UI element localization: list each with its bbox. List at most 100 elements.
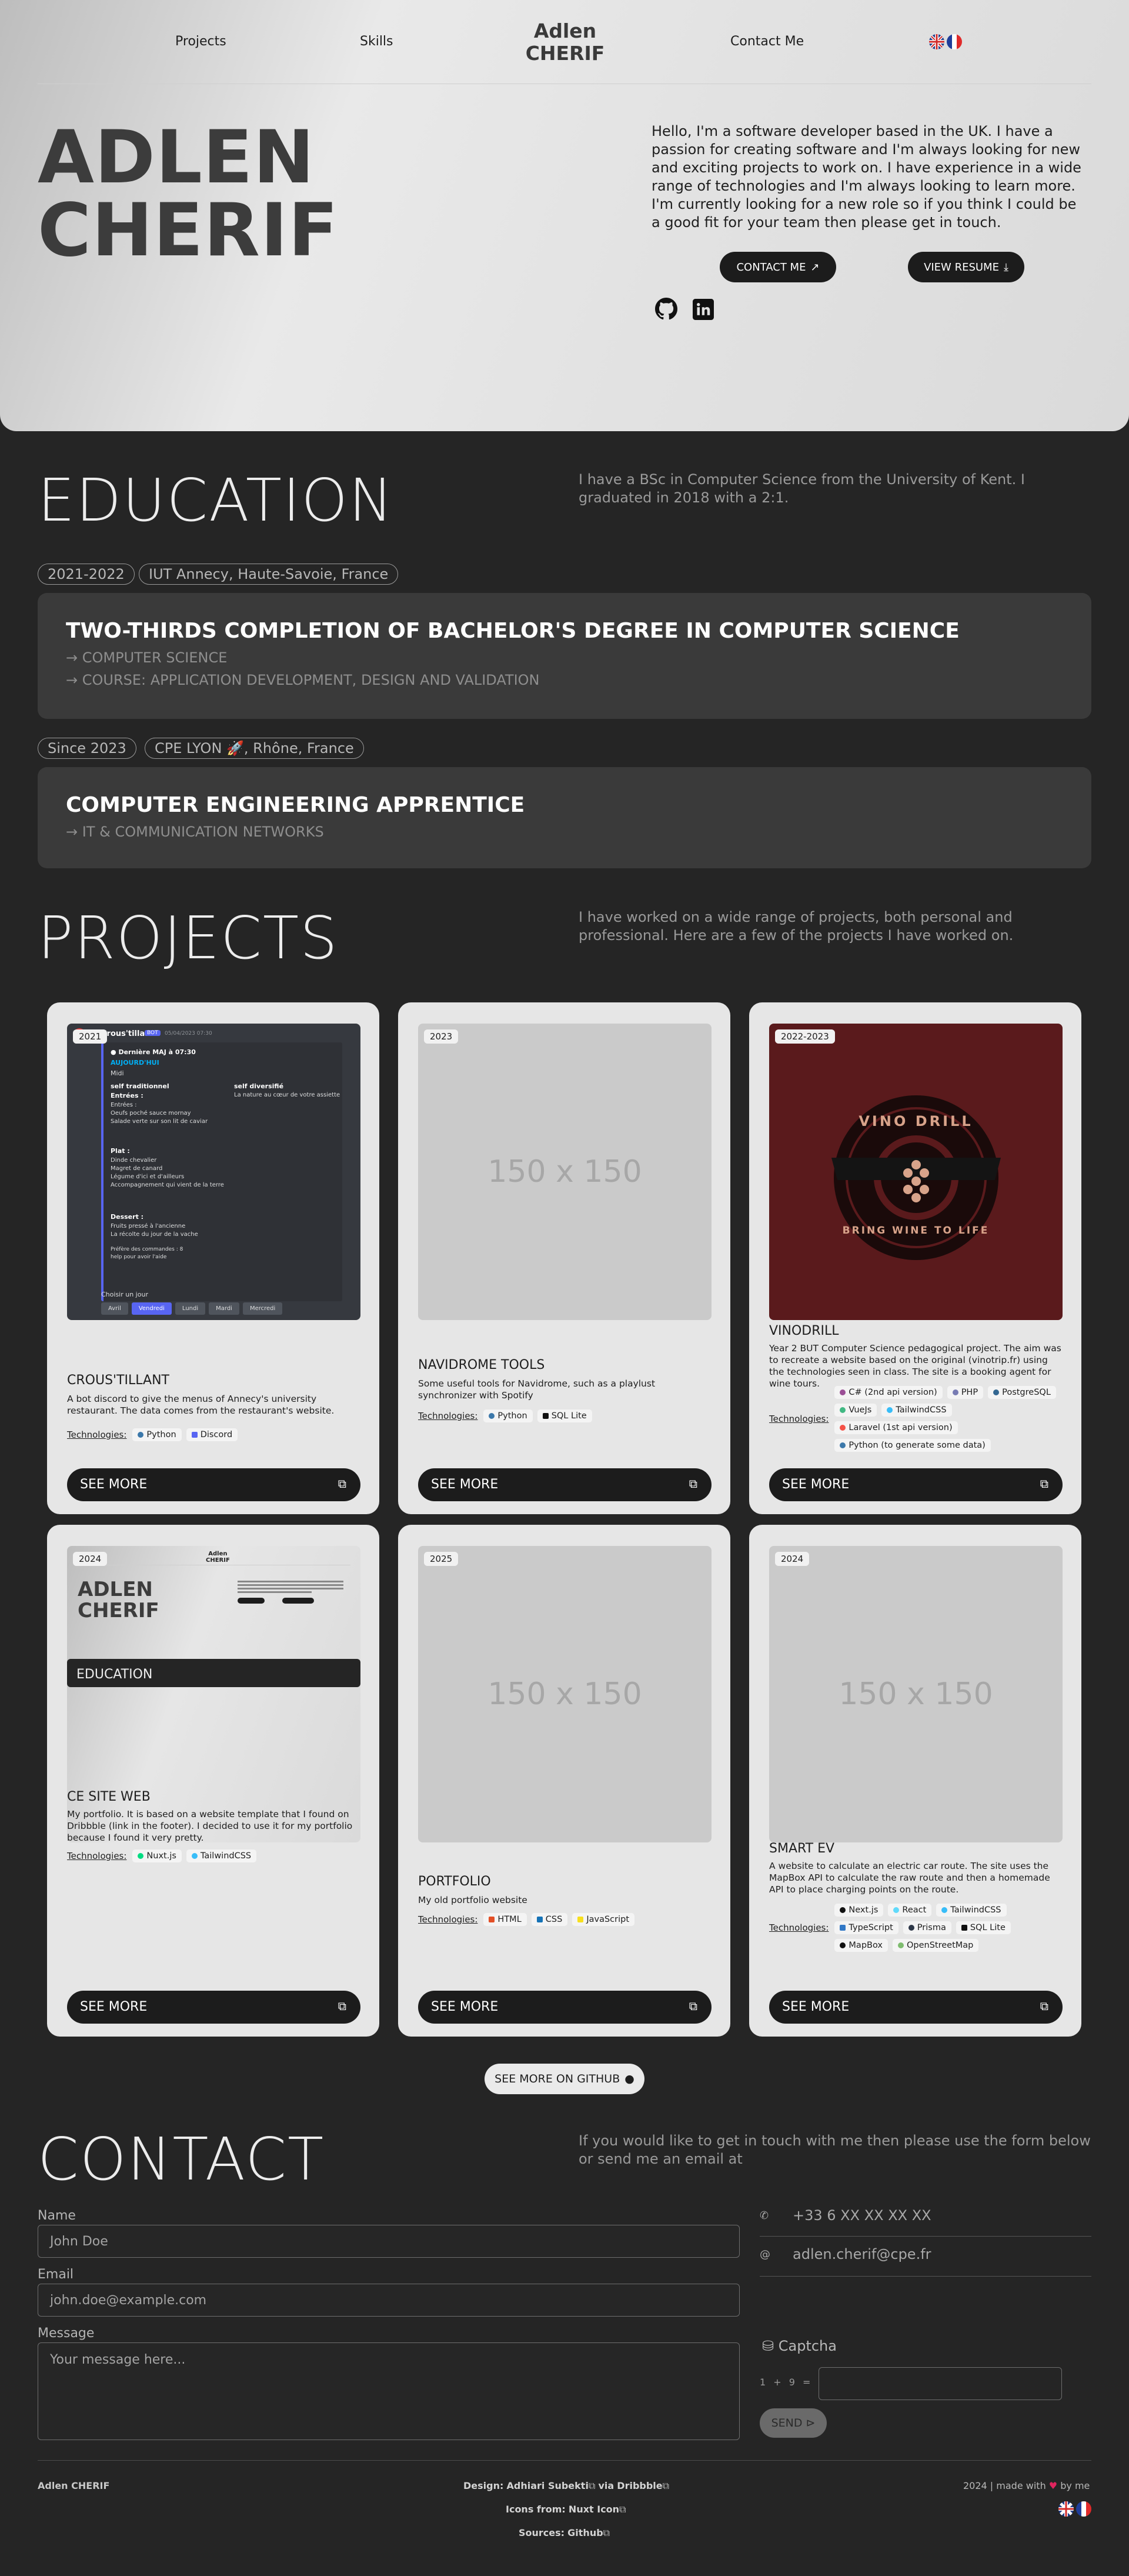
see-more-button[interactable]: SEE MORE ⧉ [67, 1991, 360, 2024]
email-field[interactable]: john.doe@example.com [38, 2284, 740, 2317]
projects-title: PROJECTS [38, 904, 339, 972]
see-more-button[interactable]: SEE MORE ⧉ [418, 1468, 712, 1501]
project-title: SMART EV [769, 1841, 835, 1856]
tech-label: Technologies: [769, 1922, 829, 1933]
send-icon: ⊳ [806, 2417, 816, 2430]
external-link-icon: ⧉ [619, 2504, 626, 2515]
tech-chip: React [888, 1904, 932, 1917]
project-image-croustillant: Crous'tillant BOT 05/04/2023 07:30 ● Der… [67, 1024, 360, 1320]
project-desc: Year 2 BUT Computer Science pedagogical … [769, 1343, 1061, 1389]
footer-design-credit: Design: Adhiari Subekti⧉ via Dribbble⧉ [463, 2480, 670, 2491]
email-address[interactable]: adlen.cherif@cpe.fr [793, 2246, 931, 2262]
phone-icon: ✆ [760, 2210, 769, 2222]
external-link-icon: ⧉ [1040, 1999, 1048, 2013]
email-label: Email [38, 2267, 74, 2282]
openstreetmap-icon [897, 1942, 904, 1948]
edu-2-line-1: → IT & COMMUNICATION NETWORKS [66, 824, 324, 840]
html-icon [489, 1917, 495, 1922]
hero-name-line-2: CHERIF [38, 188, 339, 273]
fr-flag-icon[interactable] [1076, 2501, 1091, 2517]
linkedin-icon[interactable] [693, 299, 714, 322]
python-icon [138, 1432, 144, 1438]
hero-name: ADLEN CHERIF [38, 121, 339, 267]
project-card-navidrome[interactable]: 150 x 150 2023 NAVIDROME TOOLS Some usef… [398, 1002, 730, 1514]
project-image-vinodrill: VINO DRILL BRING WINE TO LIFE 2022-2023 [769, 1024, 1063, 1320]
footer-name: Adlen CHERIF [38, 2480, 110, 2491]
postgresql-icon [993, 1389, 1000, 1395]
python-icon [489, 1413, 495, 1419]
tech-chip: SQL Lite [537, 1409, 592, 1422]
download-icon: ⤓ [1003, 261, 1008, 274]
nav-skills-link[interactable]: Skills [360, 34, 393, 49]
github-icon[interactable] [655, 298, 678, 322]
project-year: 2024 [73, 1552, 108, 1566]
edu-2-title: COMPUTER ENGINEERING APPRENTICE [66, 793, 525, 817]
edu-1-line-2: → COURSE: APPLICATION DEVELOPMENT, DESIG… [66, 672, 540, 688]
tailwind-icon [191, 1853, 198, 1859]
projects-desc: I have worked on a wide range of project… [579, 909, 1014, 944]
tech-label: Technologies: [67, 1851, 127, 1861]
nextjs-icon [840, 1907, 846, 1913]
name-label: Name [38, 2208, 76, 2223]
logo-line-2: CHERIF [525, 42, 605, 65]
external-link-icon: ⧉ [662, 2480, 670, 2491]
project-card-smart-ev[interactable]: 150 x 150 2024 SMART EV A website to cal… [749, 1525, 1081, 2037]
phone-info: ✆ +33 6 XX XX XX XX [760, 2207, 1091, 2237]
project-card-croustillant[interactable]: Crous'tillant BOT 05/04/2023 07:30 ● Der… [47, 1002, 379, 1514]
edu-1-place: IUT Annecy, Haute-Savoie, France [139, 564, 399, 585]
vuejs-icon [840, 1407, 846, 1413]
project-image-placeholder: 150 x 150 2023 [418, 1024, 712, 1320]
view-resume-button[interactable]: VIEW RESUME ⤓ [908, 252, 1024, 282]
captcha-input[interactable] [819, 2367, 1062, 2400]
see-more-github-button[interactable]: SEE MORE ON GITHUB ● [485, 2064, 644, 2094]
github-source-link[interactable]: Github [567, 2527, 603, 2538]
project-year: 2025 [424, 1552, 459, 1566]
send-label: SEND [771, 2417, 803, 2430]
uk-flag-icon[interactable] [929, 34, 944, 49]
project-card-ce-site-web[interactable]: Adlen CHERIF ADLEN CHERIF EDUCATION 2024 C… [47, 1525, 379, 2037]
project-card-portfolio[interactable]: 150 x 150 2025 PORTFOLIO My old portfoli… [398, 1525, 730, 2037]
see-more-button[interactable]: SEE MORE ⧉ [67, 1468, 360, 1501]
project-title: CE SITE WEB [67, 1789, 151, 1804]
design-author-link[interactable]: Adhiari Subekti [506, 2480, 588, 2491]
javascript-icon [577, 1917, 584, 1922]
nav-contact-link[interactable]: Contact Me [730, 34, 804, 49]
tech-chip: OpenStreetMap [892, 1939, 979, 1952]
nuxt-icon-link[interactable]: Nuxt Icon [569, 2504, 619, 2515]
external-link-icon: ⧉ [338, 1477, 346, 1491]
language-switcher[interactable] [929, 34, 962, 49]
see-more-button[interactable]: SEE MORE ⧉ [418, 1991, 712, 2024]
see-more-button[interactable]: SEE MORE ⧉ [769, 1991, 1063, 2024]
uk-flag-icon[interactable] [1058, 2501, 1074, 2517]
edu-card-2: COMPUTER ENGINEERING APPRENTICE → IT & C… [38, 767, 1091, 868]
project-image-placeholder: 150 x 150 2025 [418, 1546, 712, 1842]
phone-number: +33 6 XX XX XX XX [793, 2207, 931, 2224]
project-desc: A bot discord to give the menus of Annec… [67, 1394, 335, 1416]
site-logo[interactable]: Adlen CHERIF [515, 20, 615, 65]
project-image-placeholder: 150 x 150 2024 [769, 1546, 1063, 1842]
name-field[interactable]: John Doe [38, 2225, 740, 2258]
see-more-button[interactable]: SEE MORE ⧉ [769, 1468, 1063, 1501]
typescript-icon [840, 1925, 846, 1931]
project-card-vinodrill[interactable]: VINO DRILL BRING WINE TO LIFE 2022-2023 … [749, 1002, 1081, 1514]
tailwind-icon [887, 1407, 893, 1413]
nav-projects-link[interactable]: Projects [175, 34, 226, 49]
external-link-icon: ⧉ [689, 1999, 697, 2013]
react-icon [893, 1907, 900, 1913]
footer-made-with: 2024 | made with ♥ by me [963, 2480, 1090, 2491]
dribbble-link[interactable]: Dribbble [617, 2480, 662, 2491]
tech-label: Technologies: [769, 1414, 829, 1424]
education-desc: I have a BSc in Computer Science from th… [579, 471, 1025, 506]
contact-me-button[interactable]: CONTACT ME ↗ [720, 252, 836, 282]
external-link-icon: ⧉ [338, 1999, 346, 2013]
project-title: NAVIDROME TOOLS [418, 1358, 545, 1372]
message-field[interactable]: Your message here... [38, 2342, 740, 2440]
send-button[interactable]: SEND ⊳ [760, 2408, 827, 2438]
fr-flag-icon[interactable] [947, 34, 962, 49]
footer-language-switcher[interactable] [1058, 2501, 1091, 2517]
tech-chip: CSS [531, 1913, 568, 1926]
php-icon [952, 1389, 958, 1395]
captcha-question: 1 + 9 = [760, 2377, 813, 2388]
email-info[interactable]: @ adlen.cherif@cpe.fr [760, 2246, 1091, 2277]
project-year: 2024 [775, 1552, 810, 1566]
